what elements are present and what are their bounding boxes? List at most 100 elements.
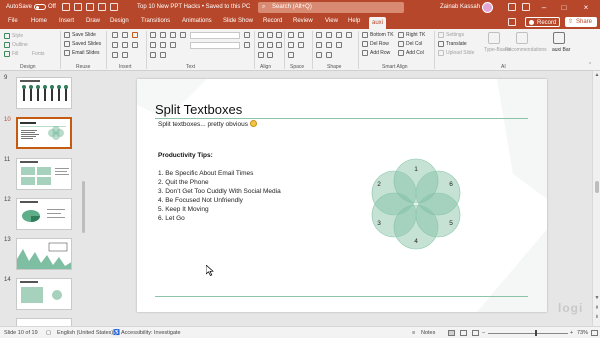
insert-sticker-icon[interactable] xyxy=(112,52,118,58)
insert-image-icon[interactable] xyxy=(112,42,118,48)
align-center-icon[interactable] xyxy=(267,32,273,38)
user-name[interactable]: Zainab Kassah xyxy=(440,4,480,10)
pen-icon[interactable] xyxy=(508,3,516,11)
text-columns-icon[interactable] xyxy=(170,42,176,48)
shape-group-icon[interactable] xyxy=(316,52,322,58)
add-col-icon[interactable] xyxy=(398,50,404,56)
space-v-icon[interactable] xyxy=(298,32,304,38)
undo-icon[interactable] xyxy=(74,3,82,11)
settings-button[interactable]: Settings xyxy=(446,32,464,38)
del-col-button[interactable]: Del Col xyxy=(406,41,422,47)
thumbnail-slide-11[interactable] xyxy=(16,158,72,190)
redo-icon[interactable] xyxy=(86,3,94,11)
right-tk-icon[interactable] xyxy=(398,32,404,38)
translate-button[interactable]: Translate xyxy=(446,41,467,47)
text-margin-icon[interactable] xyxy=(160,52,166,58)
collapse-ribbon-icon[interactable]: ⌃ xyxy=(588,62,592,68)
bottom-tk-button[interactable]: Bottom TK xyxy=(370,32,394,38)
scroll-down-icon[interactable]: ▼ xyxy=(594,295,600,301)
upload-slide-button[interactable]: Upload Slide xyxy=(446,50,474,56)
insert-table-icon[interactable] xyxy=(122,32,128,38)
accessibility-status[interactable]: Accessibility: Investigate xyxy=(121,330,181,336)
del-row-icon[interactable] xyxy=(362,41,368,47)
shape-rotate-icon[interactable] xyxy=(326,42,332,48)
tab-draw[interactable]: Draw xyxy=(86,18,100,24)
share-button[interactable]: ⇧ Share xyxy=(565,17,597,27)
distribute-v-icon[interactable] xyxy=(267,52,273,58)
normal-view-icon[interactable] xyxy=(448,330,455,336)
text-bold-icon[interactable] xyxy=(160,32,166,38)
thumbnail-slide-14[interactable] xyxy=(16,278,72,310)
record-button[interactable]: Record xyxy=(525,17,560,27)
list-heading[interactable]: Productivity Tips: xyxy=(158,152,213,159)
save-slide-icon[interactable] xyxy=(64,32,70,38)
reading-view-icon[interactable] xyxy=(472,330,479,336)
tab-help[interactable]: Help xyxy=(348,18,360,24)
tab-file[interactable]: File xyxy=(8,18,18,24)
tab-design[interactable]: Design xyxy=(110,18,129,24)
minimize-icon[interactable]: – xyxy=(538,2,550,13)
zoom-in-icon[interactable]: + xyxy=(570,330,573,336)
tab-record[interactable]: Record xyxy=(263,18,282,24)
text-size-icon[interactable] xyxy=(170,32,176,38)
del-row-button[interactable]: Del Row xyxy=(370,41,389,47)
thumbnail-slide-13[interactable] xyxy=(16,238,72,270)
thumbnail-slide-15[interactable] xyxy=(16,318,72,326)
text-size-field[interactable] xyxy=(190,42,240,49)
saved-slides-button[interactable]: Saved Slides xyxy=(72,41,101,47)
fill-icon[interactable] xyxy=(4,51,10,57)
list-item[interactable]: 2. Quit the Phone xyxy=(158,179,209,186)
recommendations-icon[interactable] xyxy=(516,32,528,44)
text-wrap-icon[interactable] xyxy=(150,52,156,58)
email-slides-icon[interactable] xyxy=(64,50,70,56)
align-right-icon[interactable] xyxy=(276,32,282,38)
type-based-icon[interactable] xyxy=(488,32,500,44)
thumbnail-slide-9[interactable] xyxy=(16,77,72,109)
autosave-toggle[interactable] xyxy=(34,4,46,10)
shape-duplicate-icon[interactable] xyxy=(336,42,342,48)
tab-auxi[interactable]: auxi xyxy=(369,17,387,29)
space-decrease-icon[interactable] xyxy=(298,42,304,48)
slide-canvas[interactable]: Split Textboxes Split textboxes... prett… xyxy=(137,79,547,312)
tab-slide-show[interactable]: Slide Show xyxy=(223,18,253,24)
saved-slides-icon[interactable] xyxy=(64,41,70,47)
style-icon[interactable] xyxy=(4,33,10,39)
list-item[interactable]: 4. Be Focused Not Unfriendly xyxy=(158,197,243,204)
insert-shapes-icon[interactable] xyxy=(112,32,118,38)
list-item[interactable]: 6. Let Go xyxy=(158,215,185,222)
add-row-button[interactable]: Add Row xyxy=(370,50,390,56)
space-increase-icon[interactable] xyxy=(288,42,294,48)
text-list-icon[interactable] xyxy=(180,32,186,38)
translate-icon[interactable] xyxy=(438,41,444,47)
thumbnail-scrollbar[interactable] xyxy=(82,181,85,233)
list-item[interactable]: 1. Be Specific About Email Times xyxy=(158,170,253,177)
insert-chart-icon[interactable] xyxy=(132,32,138,38)
shape-height-icon[interactable] xyxy=(316,42,322,48)
slide-sorter-icon[interactable] xyxy=(460,330,467,336)
scroll-thumb[interactable] xyxy=(595,181,599,193)
list-item[interactable]: 5. Keep It Moving xyxy=(158,206,209,213)
text-highlight-icon[interactable] xyxy=(244,42,250,48)
align-bottom-icon[interactable] xyxy=(276,42,282,48)
align-top-icon[interactable] xyxy=(258,42,264,48)
distribute-h-icon[interactable] xyxy=(258,52,264,58)
document-title[interactable]: Top 10 New PPT Hacks • Saved to this PC xyxy=(137,4,250,10)
maximize-icon[interactable]: □ xyxy=(558,2,570,13)
zoom-out-icon[interactable]: − xyxy=(482,330,485,336)
shape-swap-icon[interactable] xyxy=(336,32,342,38)
flower-diagram[interactable]: 1 6 5 4 3 2 xyxy=(366,151,466,255)
text-indent-icon[interactable] xyxy=(150,42,156,48)
shape-match-icon[interactable] xyxy=(326,32,332,38)
tab-transitions[interactable]: Transitions xyxy=(141,18,170,24)
close-icon[interactable]: × xyxy=(580,2,592,13)
tab-review[interactable]: Review xyxy=(293,18,313,24)
search-box[interactable]: ⌕ Search (Alt+Q) xyxy=(258,2,404,13)
slide-subtitle[interactable]: Split textboxes... pretty obvious xyxy=(158,120,257,128)
text-color-icon[interactable] xyxy=(244,32,250,38)
petal-2[interactable] xyxy=(371,170,417,216)
auxi-bar-icon[interactable] xyxy=(553,32,565,44)
email-slides-button[interactable]: Email Slides xyxy=(72,50,100,56)
add-col-button[interactable]: Add Col xyxy=(406,50,424,56)
zoom-slider-handle[interactable] xyxy=(535,330,537,336)
recommendations-button[interactable]: Recommendations xyxy=(505,47,547,53)
